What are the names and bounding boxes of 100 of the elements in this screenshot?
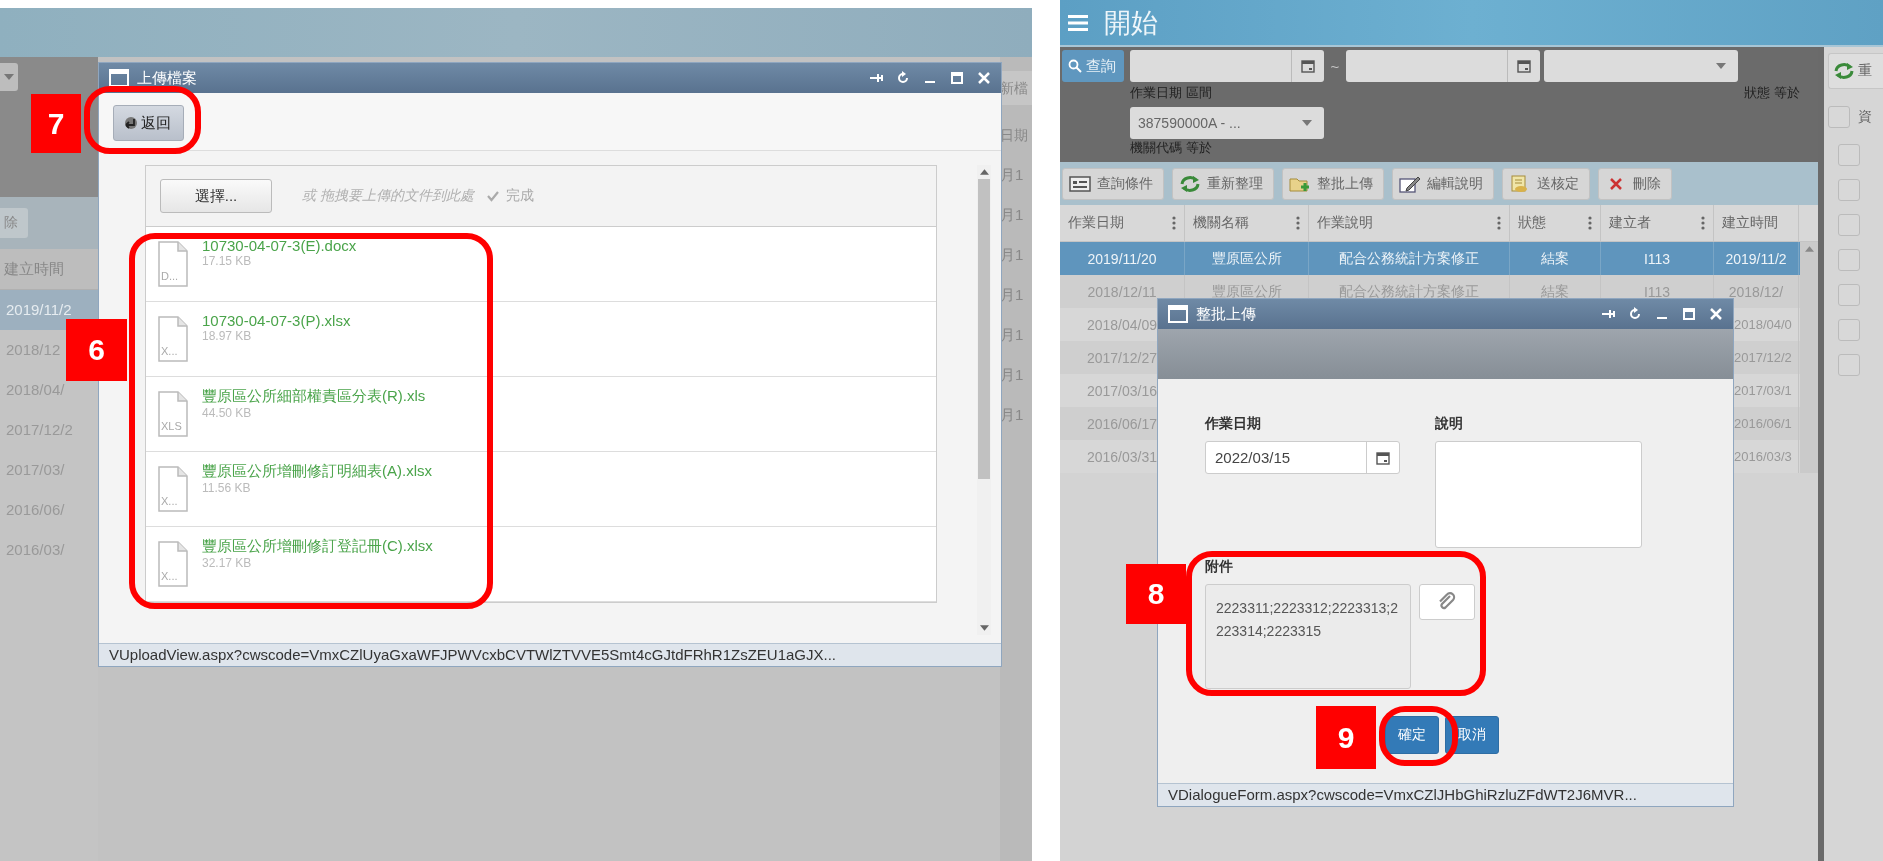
column-menu-icon[interactable] (1296, 216, 1300, 230)
column-header[interactable]: 作業說明 (1309, 205, 1510, 241)
checkbox[interactable] (1838, 213, 1860, 236)
column-header[interactable]: 建立時間 (1714, 205, 1799, 241)
file-row[interactable]: X... 豐原區公所增刪修訂登記冊(C).xlsx 32.17 KB (146, 527, 936, 602)
scroll-up-icon[interactable] (979, 169, 989, 175)
choose-button[interactable]: 選擇... (160, 179, 272, 213)
table-cell: 2019/11/2 (0, 290, 98, 330)
callout-number: 6 (66, 319, 127, 381)
close-icon[interactable] (1709, 307, 1723, 321)
scrollbar[interactable] (1800, 242, 1818, 473)
toolbar-button[interactable]: 送核定 (1502, 167, 1590, 200)
column-menu-icon[interactable] (1497, 216, 1501, 230)
refresh-icon (1179, 174, 1201, 193)
dropdown-field[interactable] (0, 63, 18, 91)
file-icon (158, 241, 188, 287)
window-icon (109, 69, 129, 87)
description-field[interactable] (1435, 441, 1642, 548)
refresh-icon[interactable] (1628, 307, 1642, 321)
confirm-button[interactable]: 確定 (1385, 716, 1439, 754)
file-size: 17.15 KB (202, 254, 253, 268)
column-header[interactable]: 機關名稱 (1185, 205, 1309, 241)
file-type-label: XLS (161, 420, 182, 432)
file-row[interactable]: XLS 豐原區公所細部權責區分表(R).xls 44.50 KB (146, 377, 936, 452)
toolbar-button[interactable]: 編輯說明 (1392, 167, 1494, 200)
pin-icon[interactable] (869, 71, 883, 85)
calendar-icon[interactable] (1376, 450, 1390, 465)
edit-icon (1399, 174, 1421, 193)
checkbox[interactable] (1828, 106, 1850, 128)
callout-number: 8 (1126, 564, 1186, 624)
paperclip-icon (1437, 592, 1457, 612)
range-separator: ~ (1329, 57, 1341, 75)
maximize-icon[interactable] (1682, 307, 1696, 321)
checkbox[interactable] (1838, 248, 1860, 271)
date-field[interactable] (1346, 50, 1540, 82)
attachment-field[interactable]: 2223311;2223312;2223313;2223314;2223315 (1205, 584, 1411, 689)
checkbox[interactable] (1838, 353, 1860, 376)
file-name[interactable]: 10730-04-07-3(P).xlsx (202, 312, 351, 329)
date-field[interactable]: 2022/03/15 (1205, 441, 1400, 474)
table-cell: 2018/04/09 (1086, 316, 1158, 333)
date-field[interactable] (1130, 50, 1324, 82)
cancel-button[interactable]: 取消 (1445, 716, 1499, 754)
table-row[interactable]: 2019/11/20 豐原區公所 配合公務統計方案修正 結案 I113 2019/11/2 (1060, 242, 1800, 275)
file-size: 11.56 KB (202, 481, 252, 495)
checkbox[interactable] (1838, 178, 1860, 201)
done-label: 完成 (505, 187, 534, 205)
field-label: 說明 (1435, 415, 1464, 433)
toolbar-button[interactable]: 重 (1828, 53, 1883, 89)
toolbar-button[interactable]: 重新整理 (1172, 167, 1274, 200)
toolbar-button[interactable]: 新檔 (1000, 71, 1032, 105)
dropdown-arrow-icon (1716, 63, 1726, 69)
status-bar: VDialogueForm.aspx?cwscode=VmxCZlJHbGhiRzluZFdWT2J6MVR... (1158, 783, 1733, 806)
file-name[interactable]: 豐原區公所增刪修訂明細表(A).xlsx (202, 462, 432, 481)
back-button[interactable]: 返回 (113, 105, 184, 141)
checkbox[interactable] (1838, 318, 1860, 341)
window-icon (1168, 305, 1188, 323)
table-cell: 2017/03/1 (1734, 383, 1792, 398)
file-row[interactable]: X... 豐原區公所增刪修訂明細表(A).xlsx 11.56 KB (146, 452, 936, 527)
checkbox[interactable] (1838, 283, 1860, 306)
field-label: 附件 (1205, 558, 1234, 576)
column-header[interactable]: 建立者 (1601, 205, 1714, 241)
dropdown-arrow-icon (1302, 120, 1312, 126)
file-type-label: D... (161, 270, 179, 282)
column-menu-icon[interactable] (1588, 216, 1592, 230)
file-name[interactable]: 10730-04-07-3(E).docx (202, 237, 357, 254)
file-row[interactable]: X... 10730-04-07-3(P).xlsx 18.97 KB (146, 302, 936, 377)
scroll-down-icon[interactable] (979, 625, 989, 631)
agency-dropdown[interactable]: 387590000A - ... (1130, 107, 1324, 139)
column-header[interactable]: 作業日期 (1060, 205, 1185, 241)
column-header[interactable]: 狀態 (1510, 205, 1601, 241)
column-header[interactable]: 資 (1858, 108, 1872, 126)
toolbar-button[interactable]: 刪除 (1598, 167, 1672, 200)
toolbar-button[interactable]: 查詢條件 (1062, 167, 1164, 200)
field-label: 狀態 等於 (1744, 84, 1800, 102)
pin-icon[interactable] (1601, 307, 1615, 321)
file-type-label: X... (161, 495, 178, 507)
calendar-icon[interactable] (1517, 59, 1531, 73)
file-name[interactable]: 豐原區公所細部權責區分表(R).xls (202, 387, 426, 406)
column-menu-icon[interactable] (1701, 216, 1705, 230)
maximize-icon[interactable] (950, 71, 964, 85)
delete-button[interactable]: 除 (0, 208, 28, 238)
attach-button[interactable] (1419, 584, 1475, 620)
calendar-icon[interactable] (1301, 59, 1315, 73)
table-cell: 2019/11/2 (1725, 250, 1787, 267)
dropdown-arrow-icon (4, 74, 14, 80)
table-cell: I113 (1643, 250, 1671, 267)
close-icon[interactable] (977, 71, 991, 85)
scrollbar[interactable] (977, 165, 991, 635)
file-icon (158, 541, 188, 587)
table-cell: 2019/11/20 (1087, 250, 1157, 267)
file-name[interactable]: 豐原區公所增刪修訂登記冊(C).xlsx (202, 537, 433, 556)
checkbox[interactable] (1838, 143, 1860, 166)
search-button[interactable]: 查詢 (1062, 50, 1124, 82)
menu-icon[interactable] (1068, 14, 1088, 31)
toolbar-button[interactable]: 整批上傳 (1282, 167, 1384, 200)
column-menu-icon[interactable] (1172, 216, 1176, 230)
refresh-icon[interactable] (896, 71, 910, 85)
status-bar: VUploadView.aspx?cwscode=VmxCZlUyaGxaWFJPWVcxbCVTWlZTVVE5Smt4cGJtdFRhR1ZsZEU1aGJX... (99, 643, 1001, 666)
scroll-up-icon[interactable] (1804, 246, 1814, 252)
file-row[interactable]: D... 10730-04-07-3(E).docx 17.15 KB (146, 227, 936, 302)
